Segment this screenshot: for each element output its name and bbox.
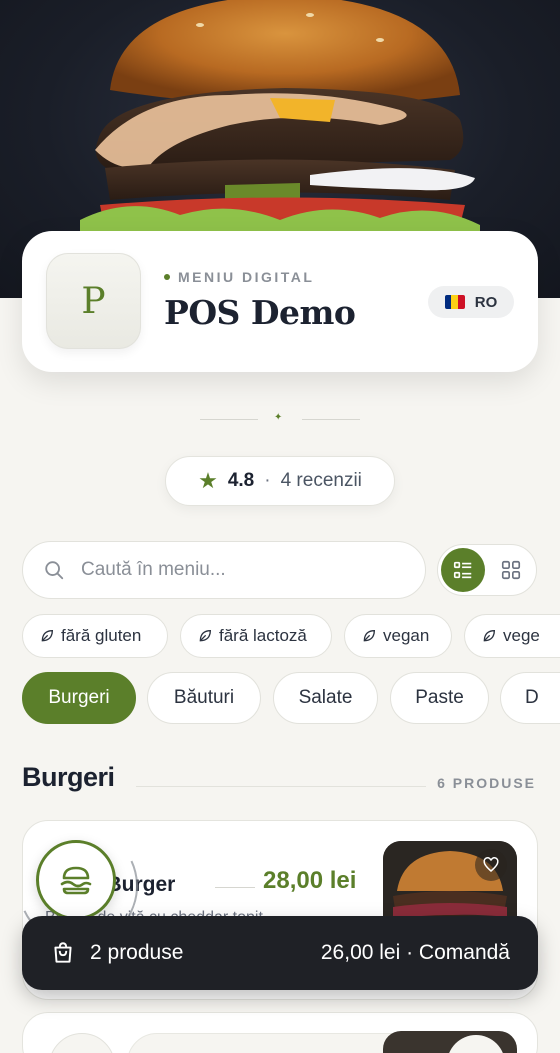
product-placeholder-circle: [49, 1033, 115, 1053]
section-divider: [136, 786, 426, 787]
search-icon: [45, 561, 64, 580]
language-code: RO: [474, 293, 498, 311]
category-tab-salate[interactable]: Salate: [273, 672, 378, 724]
category-tab-burgeri[interactable]: Burgeri: [22, 672, 136, 724]
product-card-next[interactable]: [22, 1012, 538, 1053]
filter-chip-label: vegan: [383, 626, 430, 645]
search-input[interactable]: [81, 559, 401, 581]
product-price: 28,00 lei: [263, 867, 357, 894]
shopping-bag-icon: [54, 942, 72, 963]
category-tab-more[interactable]: D: [500, 672, 560, 724]
list-view-button[interactable]: [441, 548, 485, 592]
sparkle-icon: ✦: [274, 412, 283, 423]
search-bar[interactable]: [22, 541, 426, 599]
menu-eyebrow: MENIU DIGITAL: [164, 269, 314, 285]
logo-letter: P: [81, 280, 106, 322]
category-label: Paste: [415, 687, 464, 708]
filter-chip-lactose-free[interactable]: fără lactoză: [180, 614, 332, 658]
category-label: Băuturi: [173, 687, 235, 708]
divider-line-left: [200, 419, 258, 420]
decorative-divider: ✦: [200, 412, 360, 423]
category-label: Salate: [298, 687, 353, 708]
filter-chip-label: fără lactoză: [219, 626, 307, 645]
language-selector[interactable]: RO: [428, 286, 514, 318]
rating-separator: ·: [264, 470, 271, 491]
filter-chip-vegetarian[interactable]: vege: [464, 614, 560, 658]
review-count: 4 recenzii: [280, 470, 362, 491]
category-label: D: [525, 687, 539, 708]
favorite-button[interactable]: [475, 849, 507, 881]
restaurant-name: POS Demo: [164, 293, 356, 332]
order-button-label[interactable]: 26,00 lei · Comandă: [321, 941, 510, 965]
rating-pill[interactable]: ★ 4.8 · 4 recenzii: [165, 456, 395, 506]
category-label: Burgeri: [48, 687, 110, 708]
filter-chip-label: vege: [503, 626, 540, 645]
restaurant-header-card: P MENIU DIGITAL POS Demo RO: [22, 231, 538, 372]
rating-value: 4.8: [227, 470, 255, 491]
category-tab-paste[interactable]: Paste: [390, 672, 489, 724]
product-placeholder-bar: [127, 1033, 427, 1053]
divider-line-right: [302, 419, 360, 420]
list-view-icon: [453, 561, 472, 579]
romania-flag-icon: [444, 295, 465, 309]
section-title: Burgeri: [22, 762, 115, 792]
grid-view-icon: [501, 560, 521, 580]
eyebrow-text: MENIU DIGITAL: [178, 269, 315, 285]
filter-chip-gluten-free[interactable]: fără gluten: [22, 614, 168, 658]
product-divider: [215, 887, 255, 888]
leaf-icon: [483, 629, 496, 642]
star-icon: ★: [198, 468, 218, 493]
filter-chip-vegan[interactable]: vegan: [344, 614, 452, 658]
heart-icon: [483, 857, 499, 872]
filter-chip-label: fără gluten: [61, 626, 142, 645]
leaf-icon: [41, 629, 54, 642]
burger-menu-fab[interactable]: [36, 840, 116, 920]
cart-item-count: 2 produse: [90, 941, 184, 964]
restaurant-logo: P: [46, 253, 141, 349]
section-product-count: 6 PRODUSE: [437, 775, 536, 791]
cart-items: 2 produse: [50, 940, 183, 966]
view-toggle: [437, 544, 537, 596]
grid-view-button[interactable]: [489, 548, 533, 592]
burger-icon: [60, 866, 92, 895]
status-dot-icon: [164, 274, 170, 280]
leaf-icon: [363, 629, 376, 642]
category-tab-bauturi[interactable]: Băuturi: [147, 672, 261, 724]
cart-bar[interactable]: 2 produse 26,00 lei · Comandă: [22, 916, 538, 990]
leaf-icon: [199, 629, 212, 642]
